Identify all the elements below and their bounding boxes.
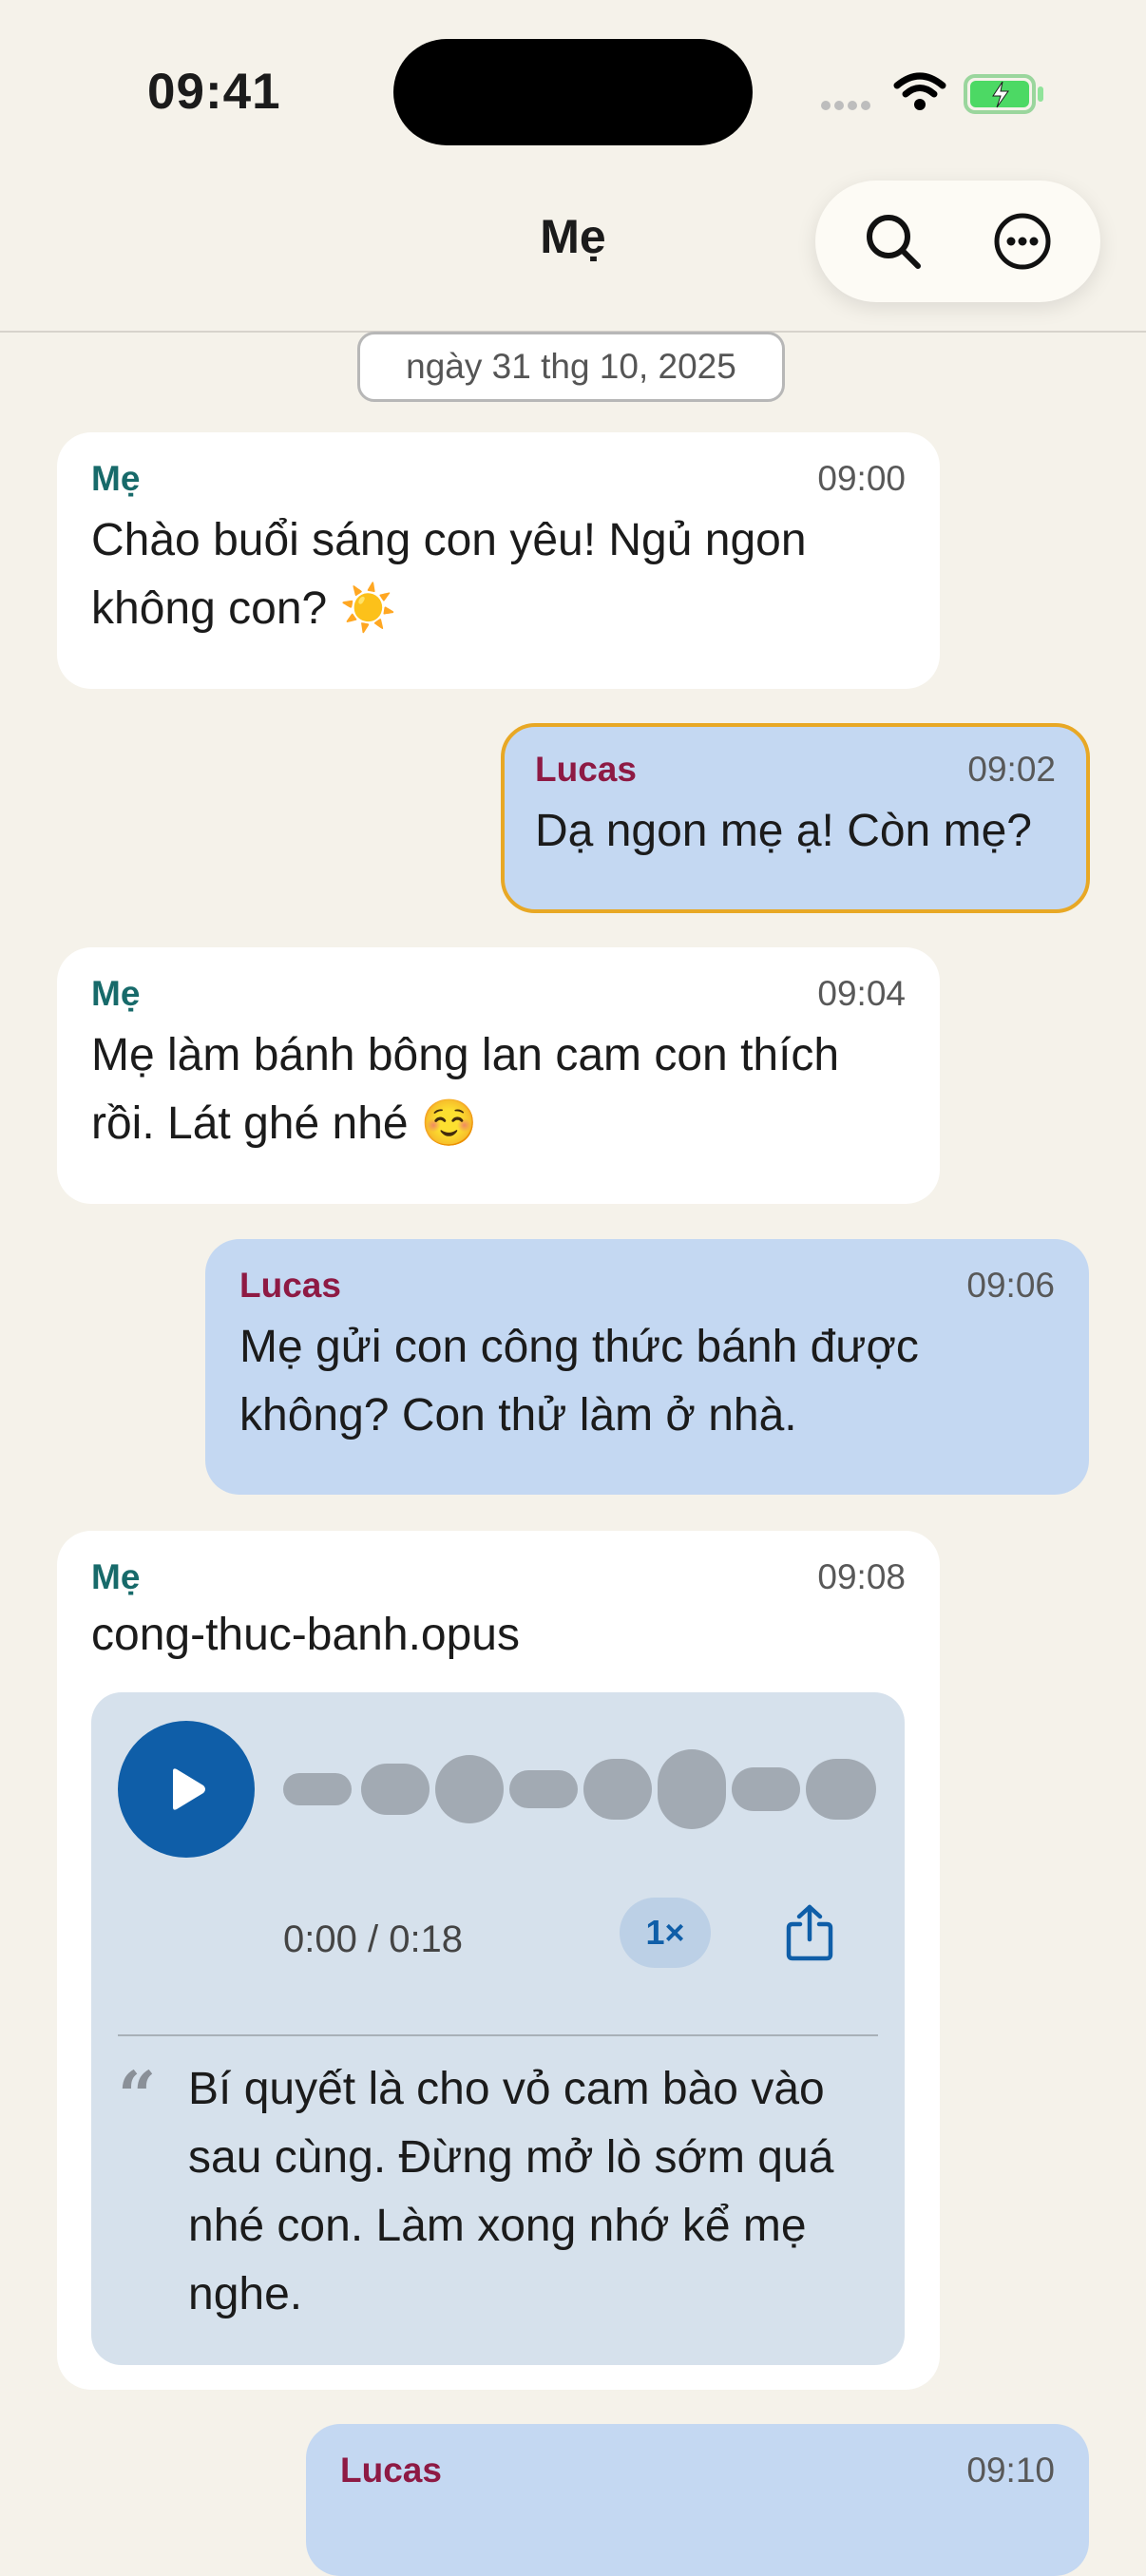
transcript-divider bbox=[118, 2034, 878, 2036]
chat-header: Mẹ bbox=[0, 181, 1146, 333]
message-time: 09:10 bbox=[966, 2451, 1055, 2490]
wifi-icon bbox=[893, 72, 946, 110]
play-icon bbox=[173, 1768, 205, 1810]
message-bubble-incoming[interactable]: Mẹ 09:04 Mẹ làm bánh bông lan cam con th… bbox=[57, 947, 940, 1204]
waveform-bar bbox=[583, 1759, 652, 1820]
waveform-bar bbox=[435, 1755, 504, 1823]
more-button[interactable] bbox=[983, 201, 1062, 281]
sender-name: Mẹ bbox=[91, 974, 141, 1013]
sender-name: Lucas bbox=[340, 2451, 442, 2490]
file-name: cong-thuc-banh.opus bbox=[91, 1610, 520, 1660]
message-bubble-incoming[interactable]: Mẹ 09:00 Chào buổi sáng con yêu! Ngủ ngo… bbox=[57, 432, 940, 689]
header-actions bbox=[815, 181, 1100, 302]
share-button[interactable] bbox=[785, 1903, 834, 1967]
message-bubble-outgoing[interactable]: Lucas 09:06 Mẹ gửi con công thức bánh đư… bbox=[205, 1239, 1089, 1495]
sender-name: Lucas bbox=[239, 1266, 341, 1305]
battery-charging-icon bbox=[964, 74, 1043, 114]
waveform-bar bbox=[732, 1767, 800, 1811]
message-text: Dạ ngon mẹ ạ! Còn mẹ? bbox=[535, 806, 1032, 856]
message-time: 09:04 bbox=[817, 974, 906, 1013]
message-bubble-outgoing-selected[interactable]: Lucas 09:02 Dạ ngon mẹ ạ! Còn mẹ? bbox=[501, 723, 1090, 913]
waveform-bar bbox=[509, 1770, 578, 1808]
waveform-bar bbox=[283, 1773, 352, 1805]
quote-icon: “ bbox=[118, 2056, 157, 2135]
play-button[interactable] bbox=[118, 1721, 255, 1858]
message-time: 09:00 bbox=[817, 459, 906, 498]
search-icon bbox=[867, 215, 921, 269]
status-time: 09:41 bbox=[147, 64, 281, 120]
sender-name: Lucas bbox=[535, 750, 637, 789]
voice-message-bubble[interactable]: Mẹ 09:08 cong-thuc-banh.opus 0:00 / 0:18… bbox=[57, 1531, 940, 2390]
waveform-bar bbox=[361, 1764, 430, 1815]
waveform-bar bbox=[658, 1749, 726, 1829]
cellular-signal-icon bbox=[821, 98, 874, 115]
message-time: 09:08 bbox=[817, 1557, 906, 1596]
share-icon bbox=[786, 1904, 833, 1961]
message-text: Chào buổi sáng con yêu! Ngủ ngon không c… bbox=[91, 515, 807, 634]
sender-name: Mẹ bbox=[91, 459, 141, 498]
search-button[interactable] bbox=[853, 201, 933, 281]
dynamic-island bbox=[393, 39, 753, 145]
message-text: Mẹ gửi con công thức bánh được không? Co… bbox=[239, 1322, 919, 1441]
date-divider: ngày 31 thg 10, 2025 bbox=[357, 332, 785, 402]
message-time: 09:06 bbox=[966, 1266, 1055, 1305]
audio-player: 0:00 / 0:18 1× “ Bí quyết là cho vỏ cam … bbox=[91, 1692, 905, 2365]
waveform-bar bbox=[806, 1759, 876, 1820]
message-text: Mẹ làm bánh bông lan cam con thích rồi. … bbox=[91, 1030, 840, 1149]
more-icon bbox=[994, 213, 1051, 270]
message-bubble-outgoing[interactable]: Lucas 09:10 bbox=[306, 2424, 1089, 2576]
message-time: 09:02 bbox=[967, 750, 1056, 789]
audio-transcript: Bí quyết là cho vỏ cam bào vào sau cùng.… bbox=[188, 2064, 834, 2319]
playback-speed-button[interactable]: 1× bbox=[620, 1898, 711, 1968]
sender-name: Mẹ bbox=[91, 1557, 141, 1596]
status-bar: 09:41 bbox=[0, 0, 1146, 181]
audio-duration: 0:00 / 0:18 bbox=[283, 1918, 464, 1960]
